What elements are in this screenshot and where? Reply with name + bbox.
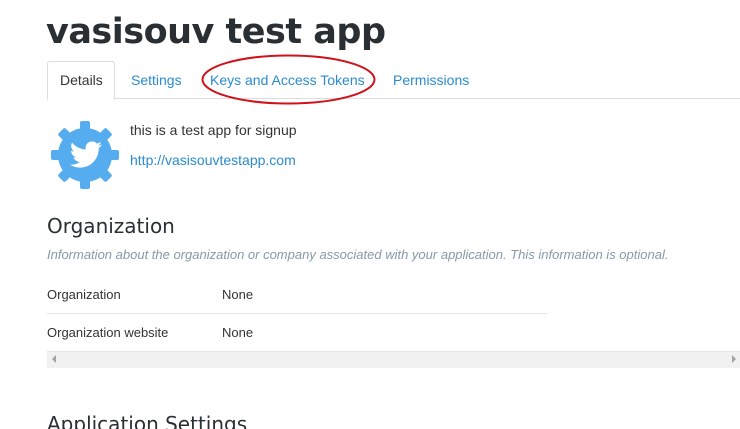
app-details-page: vasisouv test app Details Settings Keys … (0, 0, 740, 429)
organization-heading: Organization (47, 214, 175, 238)
scroll-left-arrow-icon[interactable] (52, 355, 56, 363)
organization-value: None (222, 287, 254, 302)
tab-bar: Details Settings Keys and Access Tokens … (47, 61, 740, 100)
horizontal-scrollbar[interactable] (47, 351, 740, 368)
twitter-bird-gear-icon (51, 121, 119, 189)
tab-keys-and-access-tokens[interactable]: Keys and Access Tokens (210, 61, 365, 99)
organization-website-value: None (222, 325, 254, 340)
organization-note: Information about the organization or co… (47, 247, 669, 262)
app-title: vasisouv test app (46, 12, 386, 52)
app-description: this is a test app for signup (130, 122, 297, 138)
tab-details[interactable]: Details (47, 61, 115, 100)
scroll-right-arrow-icon[interactable] (732, 355, 736, 363)
tab-settings[interactable]: Settings (131, 61, 182, 99)
tab-permissions[interactable]: Permissions (393, 61, 469, 99)
organization-website-row: Organization website None (47, 315, 547, 352)
organization-row: Organization None (47, 277, 547, 314)
organization-website-label: Organization website (47, 325, 169, 340)
organization-label: Organization (47, 287, 121, 302)
app-website-link[interactable]: http://vasisouvtestapp.com (130, 152, 296, 168)
application-settings-heading: Application Settings (47, 412, 248, 429)
